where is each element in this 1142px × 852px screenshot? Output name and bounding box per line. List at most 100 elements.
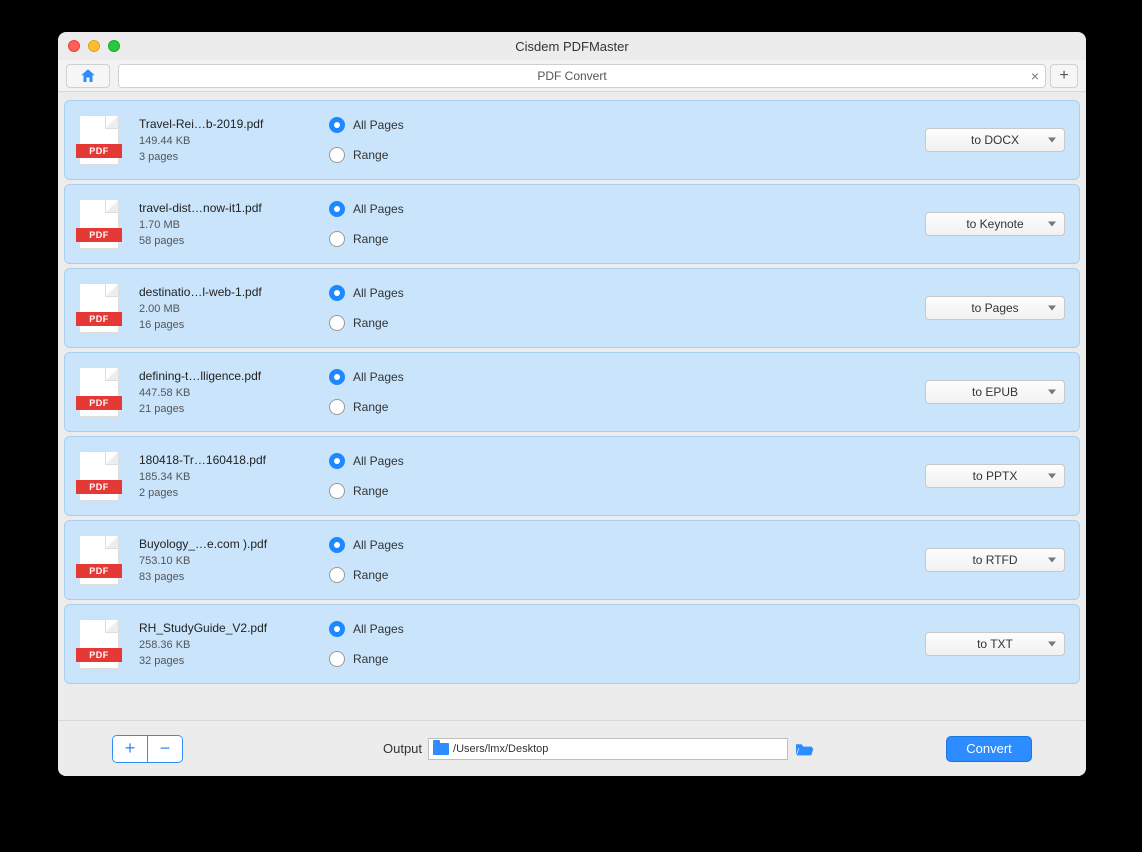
radio-indicator (329, 117, 345, 133)
titlebar: Cisdem PDFMaster (58, 32, 1086, 60)
file-name: destinatio…l-web-1.pdf (139, 285, 309, 299)
radio-range[interactable]: Range (329, 483, 404, 499)
browse-output-button[interactable] (794, 741, 814, 757)
file-size: 258.36 KB (139, 639, 309, 651)
file-row[interactable]: PDFRH_StudyGuide_V2.pdf258.36 KB32 pages… (64, 604, 1080, 684)
format-label: to Pages (971, 301, 1018, 315)
radio-indicator (329, 315, 345, 331)
output-format-select[interactable]: to TXT (925, 632, 1065, 656)
pdf-file-icon: PDF (79, 283, 119, 333)
radio-label: All Pages (353, 202, 404, 216)
radio-label: All Pages (353, 622, 404, 636)
radio-all-pages[interactable]: All Pages (329, 537, 404, 553)
output-group: Output /Users/lmx/Desktop (383, 738, 814, 760)
output-format-select[interactable]: to RTFD (925, 548, 1065, 572)
tab-close-button[interactable]: × (1025, 68, 1045, 84)
file-size: 185.34 KB (139, 471, 309, 483)
file-meta: Buyology_…e.com ).pdf753.10 KB83 pages (139, 537, 309, 583)
format-label: to TXT (977, 637, 1013, 651)
file-meta: 180418-Tr…160418.pdf185.34 KB2 pages (139, 453, 309, 499)
add-remove-group: + − (112, 735, 183, 763)
radio-indicator (329, 567, 345, 583)
file-pages: 3 pages (139, 151, 309, 163)
radio-range[interactable]: Range (329, 651, 404, 667)
radio-indicator (329, 453, 345, 469)
output-format-select[interactable]: to DOCX (925, 128, 1065, 152)
file-row[interactable]: PDF180418-Tr…160418.pdf185.34 KB2 pagesA… (64, 436, 1080, 516)
file-meta: destinatio…l-web-1.pdf 2.00 MB 16 pages (139, 285, 309, 331)
radio-all-pages[interactable]: All Pages (329, 621, 404, 637)
toolbar: PDF Convert × + (58, 60, 1086, 92)
file-row[interactable]: PDF travel-dist…now-it1.pdf 1.70 MB 58 page… (64, 184, 1080, 264)
output-label: Output (383, 741, 422, 756)
file-name: defining-t…lligence.pdf (139, 369, 309, 383)
radio-label: Range (353, 400, 388, 414)
add-file-button[interactable]: + (113, 736, 147, 762)
radio-range[interactable]: Range (329, 399, 404, 415)
file-meta: RH_StudyGuide_V2.pdf258.36 KB32 pages (139, 621, 309, 667)
file-list: PDF Travel-Rei…b-2019.pdf 149.44 KB 3 pages… (58, 92, 1086, 720)
radio-range[interactable]: Range (329, 147, 404, 163)
window-title: Cisdem PDFMaster (58, 39, 1086, 54)
file-size: 149.44 KB (139, 135, 309, 147)
radio-label: All Pages (353, 370, 404, 384)
home-button[interactable] (66, 64, 110, 88)
pdf-file-icon: PDF (79, 367, 119, 417)
file-pages: 16 pages (139, 319, 309, 331)
format-label: to RTFD (972, 553, 1017, 567)
file-pages: 83 pages (139, 571, 309, 583)
page-range-group: All Pages Range (329, 537, 404, 583)
radio-indicator (329, 651, 345, 667)
file-size: 2.00 MB (139, 303, 309, 315)
file-row[interactable]: PDF destinatio…l-web-1.pdf 2.00 MB 16 pages… (64, 268, 1080, 348)
file-size: 1.70 MB (139, 219, 309, 231)
pdf-file-icon: PDF (79, 451, 119, 501)
bottom-bar: + − Output /Users/lmx/Desktop Convert (58, 720, 1086, 776)
radio-indicator (329, 537, 345, 553)
page-range-group: All Pages Range (329, 201, 404, 247)
radio-label: Range (353, 232, 388, 246)
pdf-badge: PDF (76, 396, 122, 410)
output-format-select[interactable]: to Pages (925, 296, 1065, 320)
file-row[interactable]: PDF Buyology_…e.com ).pdf753.10 KB83 page… (64, 520, 1080, 600)
radio-all-pages[interactable]: All Pages (329, 201, 404, 217)
page-range-group: All Pages Range (329, 621, 404, 667)
new-tab-button[interactable]: + (1050, 64, 1078, 88)
output-format-select[interactable]: to Keynote (925, 212, 1065, 236)
pdf-badge: PDF (76, 228, 122, 242)
folder-icon (433, 743, 449, 755)
pdf-badge: PDF (76, 648, 122, 662)
file-name: Travel-Rei…b-2019.pdf (139, 117, 309, 131)
radio-all-pages[interactable]: All Pages (329, 117, 404, 133)
pdf-file-icon: PDF (79, 115, 119, 165)
file-row[interactable]: PDFdefining-t…lligence.pdf447.58 KB21 pa… (64, 352, 1080, 432)
convert-button[interactable]: Convert (946, 736, 1032, 762)
radio-label: Range (353, 568, 388, 582)
radio-all-pages[interactable]: All Pages (329, 369, 404, 385)
radio-all-pages[interactable]: All Pages (329, 285, 404, 301)
radio-indicator (329, 483, 345, 499)
radio-indicator (329, 285, 345, 301)
output-format-select[interactable]: to PPTX (925, 464, 1065, 488)
radio-label: Range (353, 652, 388, 666)
radio-label: Range (353, 484, 388, 498)
radio-range[interactable]: Range (329, 315, 404, 331)
tab-pdf-convert[interactable]: PDF Convert (119, 69, 1025, 83)
remove-file-button[interactable]: − (148, 736, 182, 762)
pdf-file-icon: PDF (79, 535, 119, 585)
radio-range[interactable]: Range (329, 231, 404, 247)
radio-range[interactable]: Range (329, 567, 404, 583)
file-name: travel-dist…now-it1.pdf (139, 201, 309, 215)
file-pages: 32 pages (139, 655, 309, 667)
radio-label: All Pages (353, 286, 404, 300)
radio-indicator (329, 231, 345, 247)
file-row[interactable]: PDF Travel-Rei…b-2019.pdf 149.44 KB 3 pages… (64, 100, 1080, 180)
radio-all-pages[interactable]: All Pages (329, 453, 404, 469)
page-range-group: All Pages Range (329, 285, 404, 331)
radio-label: Range (353, 148, 388, 162)
file-pages: 58 pages (139, 235, 309, 247)
file-name: 180418-Tr…160418.pdf (139, 453, 309, 467)
output-format-select[interactable]: to EPUB (925, 380, 1065, 404)
radio-indicator (329, 369, 345, 385)
output-path-field[interactable]: /Users/lmx/Desktop (428, 738, 788, 760)
